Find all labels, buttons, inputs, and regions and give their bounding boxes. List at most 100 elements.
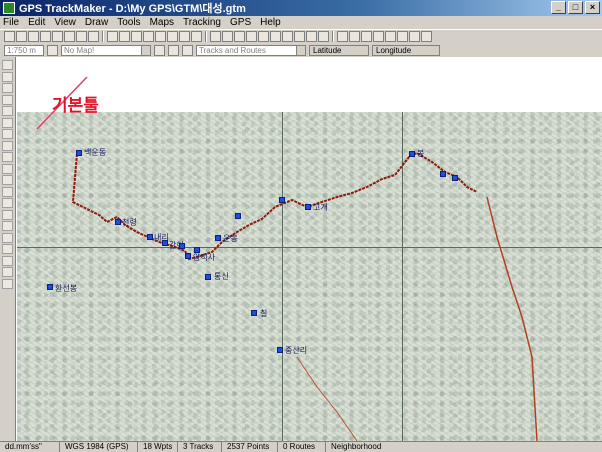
join-icon[interactable] [294, 31, 305, 42]
layers-icon[interactable] [349, 31, 360, 42]
satellite-icon[interactable] [397, 31, 408, 42]
waypoint-marker[interactable] [147, 234, 153, 240]
gps-send-icon[interactable] [258, 31, 269, 42]
waypoint-marker[interactable] [235, 213, 241, 219]
measure-icon[interactable] [306, 31, 317, 42]
menu-help[interactable]: Help [260, 17, 281, 28]
waypoint-label: 천령 [122, 218, 137, 227]
scale-combo[interactable]: 1:750 m [4, 44, 44, 56]
arrow-down-icon[interactable] [182, 44, 193, 56]
pencil-icon[interactable] [2, 60, 13, 70]
menu-view[interactable]: View [54, 17, 76, 28]
new-file-icon[interactable] [4, 31, 15, 42]
text-icon[interactable] [361, 31, 372, 42]
waypoint-marker[interactable] [409, 151, 415, 157]
hand-icon[interactable] [155, 31, 166, 42]
tracks-routes-combo[interactable]: Tracks and Routes [196, 44, 306, 56]
chevron-down-icon[interactable] [141, 45, 150, 55]
waypoint-marker[interactable] [279, 197, 285, 203]
polygon-icon[interactable] [2, 221, 13, 231]
longitude-box: Longitude [372, 44, 440, 56]
circle-icon[interactable] [2, 209, 13, 220]
globe-icon[interactable] [191, 31, 202, 42]
menu-maps[interactable]: Maps [150, 17, 174, 28]
menu-edit[interactable]: Edit [28, 17, 45, 28]
track-icon[interactable] [222, 31, 233, 42]
search-icon[interactable] [337, 31, 348, 42]
waypoint-marker[interactable] [205, 274, 211, 280]
toolbar-separator [102, 31, 104, 42]
menu-gps[interactable]: GPS [230, 17, 251, 28]
menu-draw[interactable]: Draw [85, 17, 108, 28]
target-icon[interactable] [2, 255, 13, 266]
menu-file[interactable]: File [3, 17, 19, 28]
waypoint-marker[interactable] [179, 243, 185, 249]
pentagon-icon[interactable] [2, 244, 13, 254]
compass-icon[interactable] [385, 31, 396, 42]
select-rect-icon[interactable] [2, 71, 13, 82]
menu-tracking[interactable]: Tracking [183, 17, 221, 28]
maximize-button[interactable]: □ [568, 1, 583, 14]
move-icon[interactable] [2, 106, 13, 116]
chevron-down-icon[interactable] [296, 45, 305, 55]
link-icon[interactable] [2, 129, 13, 139]
erase-icon[interactable] [167, 31, 178, 42]
arrow-right-icon[interactable] [168, 44, 179, 56]
waypoint-marker[interactable] [215, 235, 221, 241]
waypoint-marker[interactable] [115, 219, 121, 225]
copy-icon[interactable] [52, 31, 63, 42]
paste-icon[interactable] [76, 31, 87, 42]
waypoint-marker[interactable] [440, 171, 446, 177]
waypoint-marker[interactable] [47, 284, 53, 290]
arrow-select-icon[interactable] [2, 94, 13, 105]
split-icon[interactable] [282, 31, 293, 42]
map-icon[interactable] [179, 31, 190, 42]
route-icon[interactable] [234, 31, 245, 42]
ellipse-icon[interactable] [2, 198, 13, 208]
zoom-in-icon[interactable] [107, 31, 118, 42]
waypoint-label: 고개 [313, 203, 328, 212]
waypoint-marker[interactable] [162, 240, 168, 246]
waypoint-marker[interactable] [194, 247, 200, 253]
pin-icon[interactable] [2, 278, 13, 289]
triangle-icon[interactable] [2, 232, 13, 243]
camera-icon[interactable] [409, 31, 420, 42]
waypoint-marker[interactable] [185, 253, 191, 259]
waypoint-marker[interactable] [305, 204, 311, 210]
measure-tool-icon[interactable] [2, 163, 13, 174]
properties-icon[interactable] [318, 31, 329, 42]
waypoint-icon[interactable] [210, 31, 221, 42]
waypoint-tool-icon[interactable] [2, 117, 13, 128]
rectangle-icon[interactable] [2, 186, 13, 197]
open-file-icon[interactable] [16, 31, 27, 42]
line-icon[interactable] [2, 175, 13, 185]
waypoint-marker[interactable] [277, 347, 283, 353]
help-icon[interactable] [421, 31, 432, 42]
color-icon[interactable] [373, 31, 384, 42]
close-button[interactable]: × [585, 1, 600, 14]
gps-receive-icon[interactable] [246, 31, 257, 42]
waypoint-marker[interactable] [76, 150, 82, 156]
zoom-window-icon[interactable] [131, 31, 142, 42]
undo-icon[interactable] [88, 31, 99, 42]
map-icon[interactable] [154, 44, 165, 56]
curve-icon[interactable] [2, 140, 13, 151]
cut-icon[interactable] [64, 31, 75, 42]
minimize-button[interactable]: _ [551, 1, 566, 14]
zoom-all-icon[interactable] [143, 31, 154, 42]
zoom-out-icon[interactable] [119, 31, 130, 42]
rotate-icon[interactable] [2, 83, 13, 93]
map-view[interactable]: 기본툴 백운동 천령 내리 갈현 운봉 양직사 통신 환선봉 칠 중산리 고개 … [17, 57, 602, 441]
crosshair-icon[interactable] [2, 267, 13, 277]
save-icon[interactable] [28, 31, 39, 42]
filter-icon[interactable] [270, 31, 281, 42]
waypoint-label: 운봉 [223, 234, 238, 243]
print-icon[interactable] [40, 31, 51, 42]
arrow-right-icon[interactable] [47, 44, 58, 56]
waypoint-marker[interactable] [452, 175, 458, 181]
menu-tools[interactable]: Tools [117, 17, 140, 28]
map-select-combo[interactable]: No Map! [61, 44, 151, 56]
freehand-icon[interactable] [2, 152, 13, 162]
waypoint-marker[interactable] [251, 310, 257, 316]
waypoint-label: 양직사 [193, 253, 216, 262]
